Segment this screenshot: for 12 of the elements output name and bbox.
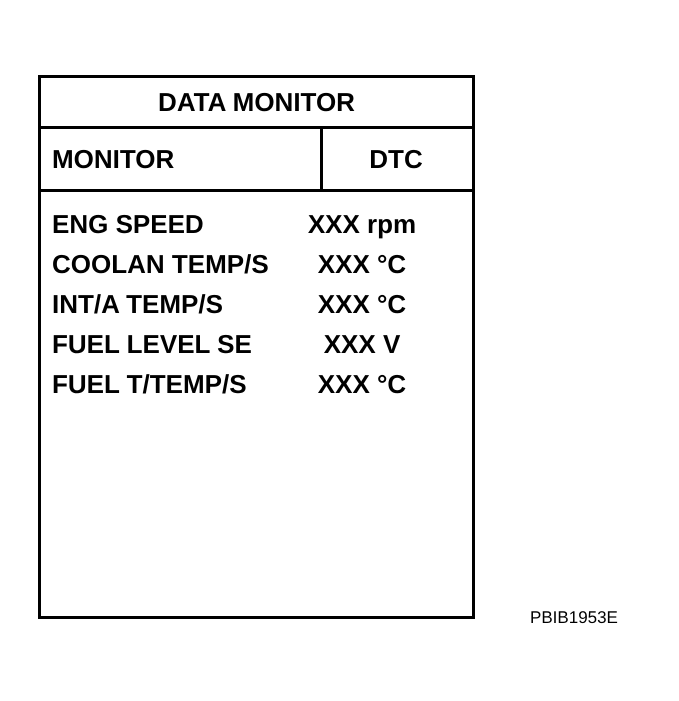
monitor-item-value: XXX °C	[318, 288, 406, 320]
monitor-item-value: XXX °C	[318, 368, 406, 400]
monitor-item-label: INT/A TEMP/S	[52, 288, 223, 320]
monitor-item-label: FUEL LEVEL SE	[52, 328, 252, 360]
figure-code: PBIB1953E	[530, 608, 618, 628]
monitor-item-value: XXX V	[324, 328, 400, 360]
monitor-item-value: XXX °C	[318, 248, 406, 280]
monitor-item-label: COOLAN TEMP/S	[52, 248, 269, 280]
monitor-item-label: FUEL T/TEMP/S	[52, 368, 247, 400]
monitor-item-label: ENG SPEED	[52, 208, 204, 240]
panel-title: DATA MONITOR	[158, 86, 355, 118]
monitor-item-value: XXX rpm	[308, 208, 416, 240]
